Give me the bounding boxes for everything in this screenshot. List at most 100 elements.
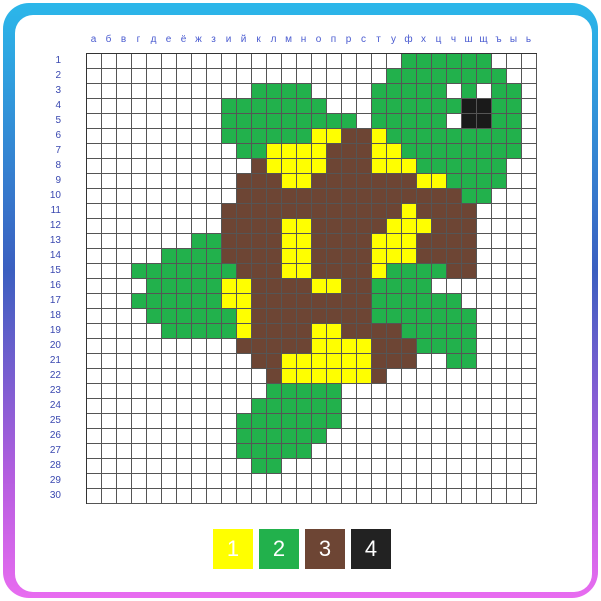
- grid-cell[interactable]: [117, 294, 132, 309]
- grid-cell[interactable]: [267, 369, 282, 384]
- grid-cell[interactable]: [462, 219, 477, 234]
- grid-cell[interactable]: [387, 324, 402, 339]
- grid-cell[interactable]: [132, 129, 147, 144]
- grid-cell[interactable]: [177, 99, 192, 114]
- grid-cell[interactable]: [117, 384, 132, 399]
- grid-cell[interactable]: [462, 444, 477, 459]
- grid-cell[interactable]: [207, 399, 222, 414]
- grid-cell[interactable]: [342, 384, 357, 399]
- grid-cell[interactable]: [387, 459, 402, 474]
- grid-cell[interactable]: [342, 264, 357, 279]
- grid-cell[interactable]: [222, 159, 237, 174]
- grid-cell[interactable]: [87, 294, 102, 309]
- grid-cell[interactable]: [462, 429, 477, 444]
- grid-cell[interactable]: [87, 144, 102, 159]
- grid-cell[interactable]: [522, 459, 537, 474]
- grid-cell[interactable]: [87, 399, 102, 414]
- grid-cell[interactable]: [147, 444, 162, 459]
- grid-cell[interactable]: [522, 204, 537, 219]
- grid-cell[interactable]: [372, 384, 387, 399]
- grid-cell[interactable]: [297, 69, 312, 84]
- grid-cell[interactable]: [252, 174, 267, 189]
- grid-cell[interactable]: [117, 129, 132, 144]
- grid-cell[interactable]: [402, 144, 417, 159]
- grid-cell[interactable]: [252, 339, 267, 354]
- grid-cell[interactable]: [492, 354, 507, 369]
- grid-cell[interactable]: [447, 249, 462, 264]
- grid-cell[interactable]: [462, 174, 477, 189]
- grid-cell[interactable]: [162, 99, 177, 114]
- grid-cell[interactable]: [237, 474, 252, 489]
- grid-cell[interactable]: [282, 354, 297, 369]
- grid-cell[interactable]: [222, 324, 237, 339]
- grid-cell[interactable]: [507, 339, 522, 354]
- grid-cell[interactable]: [282, 174, 297, 189]
- grid-cell[interactable]: [342, 114, 357, 129]
- grid-cell[interactable]: [87, 204, 102, 219]
- grid-cell[interactable]: [372, 279, 387, 294]
- grid-cell[interactable]: [447, 489, 462, 504]
- grid-cell[interactable]: [417, 114, 432, 129]
- grid-cell[interactable]: [312, 249, 327, 264]
- grid-cell[interactable]: [342, 234, 357, 249]
- grid-cell[interactable]: [522, 264, 537, 279]
- grid-cell[interactable]: [507, 144, 522, 159]
- grid-cell[interactable]: [312, 309, 327, 324]
- grid-cell[interactable]: [87, 54, 102, 69]
- grid-cell[interactable]: [132, 249, 147, 264]
- grid-cell[interactable]: [282, 204, 297, 219]
- palette-swatch-4[interactable]: 4: [351, 529, 391, 569]
- grid-cell[interactable]: [132, 69, 147, 84]
- grid-cell[interactable]: [402, 309, 417, 324]
- grid-cell[interactable]: [387, 99, 402, 114]
- grid-cell[interactable]: [297, 144, 312, 159]
- grid-cell[interactable]: [312, 234, 327, 249]
- grid-cell[interactable]: [387, 174, 402, 189]
- grid-cell[interactable]: [207, 54, 222, 69]
- grid-cell[interactable]: [267, 219, 282, 234]
- grid-cell[interactable]: [162, 294, 177, 309]
- grid-cell[interactable]: [102, 309, 117, 324]
- grid-cell[interactable]: [447, 234, 462, 249]
- grid-cell[interactable]: [192, 234, 207, 249]
- grid-cell[interactable]: [477, 144, 492, 159]
- grid-cell[interactable]: [252, 189, 267, 204]
- grid-cell[interactable]: [132, 444, 147, 459]
- grid-cell[interactable]: [402, 69, 417, 84]
- grid-cell[interactable]: [432, 159, 447, 174]
- grid-cell[interactable]: [147, 144, 162, 159]
- grid-cell[interactable]: [372, 159, 387, 174]
- grid-cell[interactable]: [342, 249, 357, 264]
- grid-cell[interactable]: [87, 489, 102, 504]
- grid-cell[interactable]: [522, 354, 537, 369]
- grid-cell[interactable]: [432, 99, 447, 114]
- grid-cell[interactable]: [372, 444, 387, 459]
- grid-cell[interactable]: [192, 114, 207, 129]
- grid-cell[interactable]: [222, 129, 237, 144]
- grid-cell[interactable]: [147, 204, 162, 219]
- grid-cell[interactable]: [447, 279, 462, 294]
- grid-cell[interactable]: [327, 234, 342, 249]
- grid-cell[interactable]: [492, 84, 507, 99]
- grid-cell[interactable]: [162, 174, 177, 189]
- grid-cell[interactable]: [192, 174, 207, 189]
- grid-cell[interactable]: [192, 204, 207, 219]
- grid-cell[interactable]: [462, 99, 477, 114]
- grid-cell[interactable]: [162, 264, 177, 279]
- grid-cell[interactable]: [297, 279, 312, 294]
- grid-cell[interactable]: [147, 384, 162, 399]
- grid-cell[interactable]: [477, 489, 492, 504]
- grid-cell[interactable]: [207, 159, 222, 174]
- grid-cell[interactable]: [507, 369, 522, 384]
- grid-cell[interactable]: [162, 474, 177, 489]
- grid-cell[interactable]: [222, 144, 237, 159]
- grid-cell[interactable]: [522, 219, 537, 234]
- grid-cell[interactable]: [402, 189, 417, 204]
- grid-cell[interactable]: [342, 294, 357, 309]
- grid-cell[interactable]: [147, 414, 162, 429]
- grid-cell[interactable]: [462, 159, 477, 174]
- grid-cell[interactable]: [447, 384, 462, 399]
- grid-cell[interactable]: [222, 474, 237, 489]
- grid-cell[interactable]: [207, 369, 222, 384]
- grid-cell[interactable]: [267, 69, 282, 84]
